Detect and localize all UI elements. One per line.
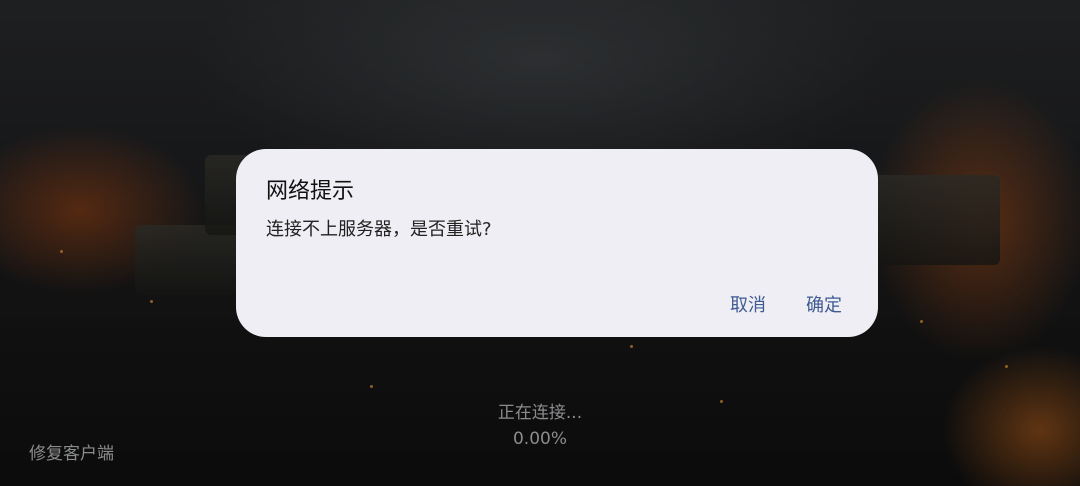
- confirm-button[interactable]: 确定: [806, 291, 842, 317]
- loading-status-text: 正在连接...: [497, 403, 583, 423]
- dialog-message: 连接不上服务器，是否重试?: [266, 219, 492, 240]
- cancel-button[interactable]: 取消: [730, 291, 766, 317]
- dialog-title: 网络提示: [266, 179, 355, 204]
- repair-client-button[interactable]: 修复客户端: [29, 439, 114, 464]
- loading-progress-text: 0.00%: [512, 429, 567, 449]
- network-alert-dialog: 网络提示 连接不上服务器，是否重试? 取消 确定: [236, 149, 878, 337]
